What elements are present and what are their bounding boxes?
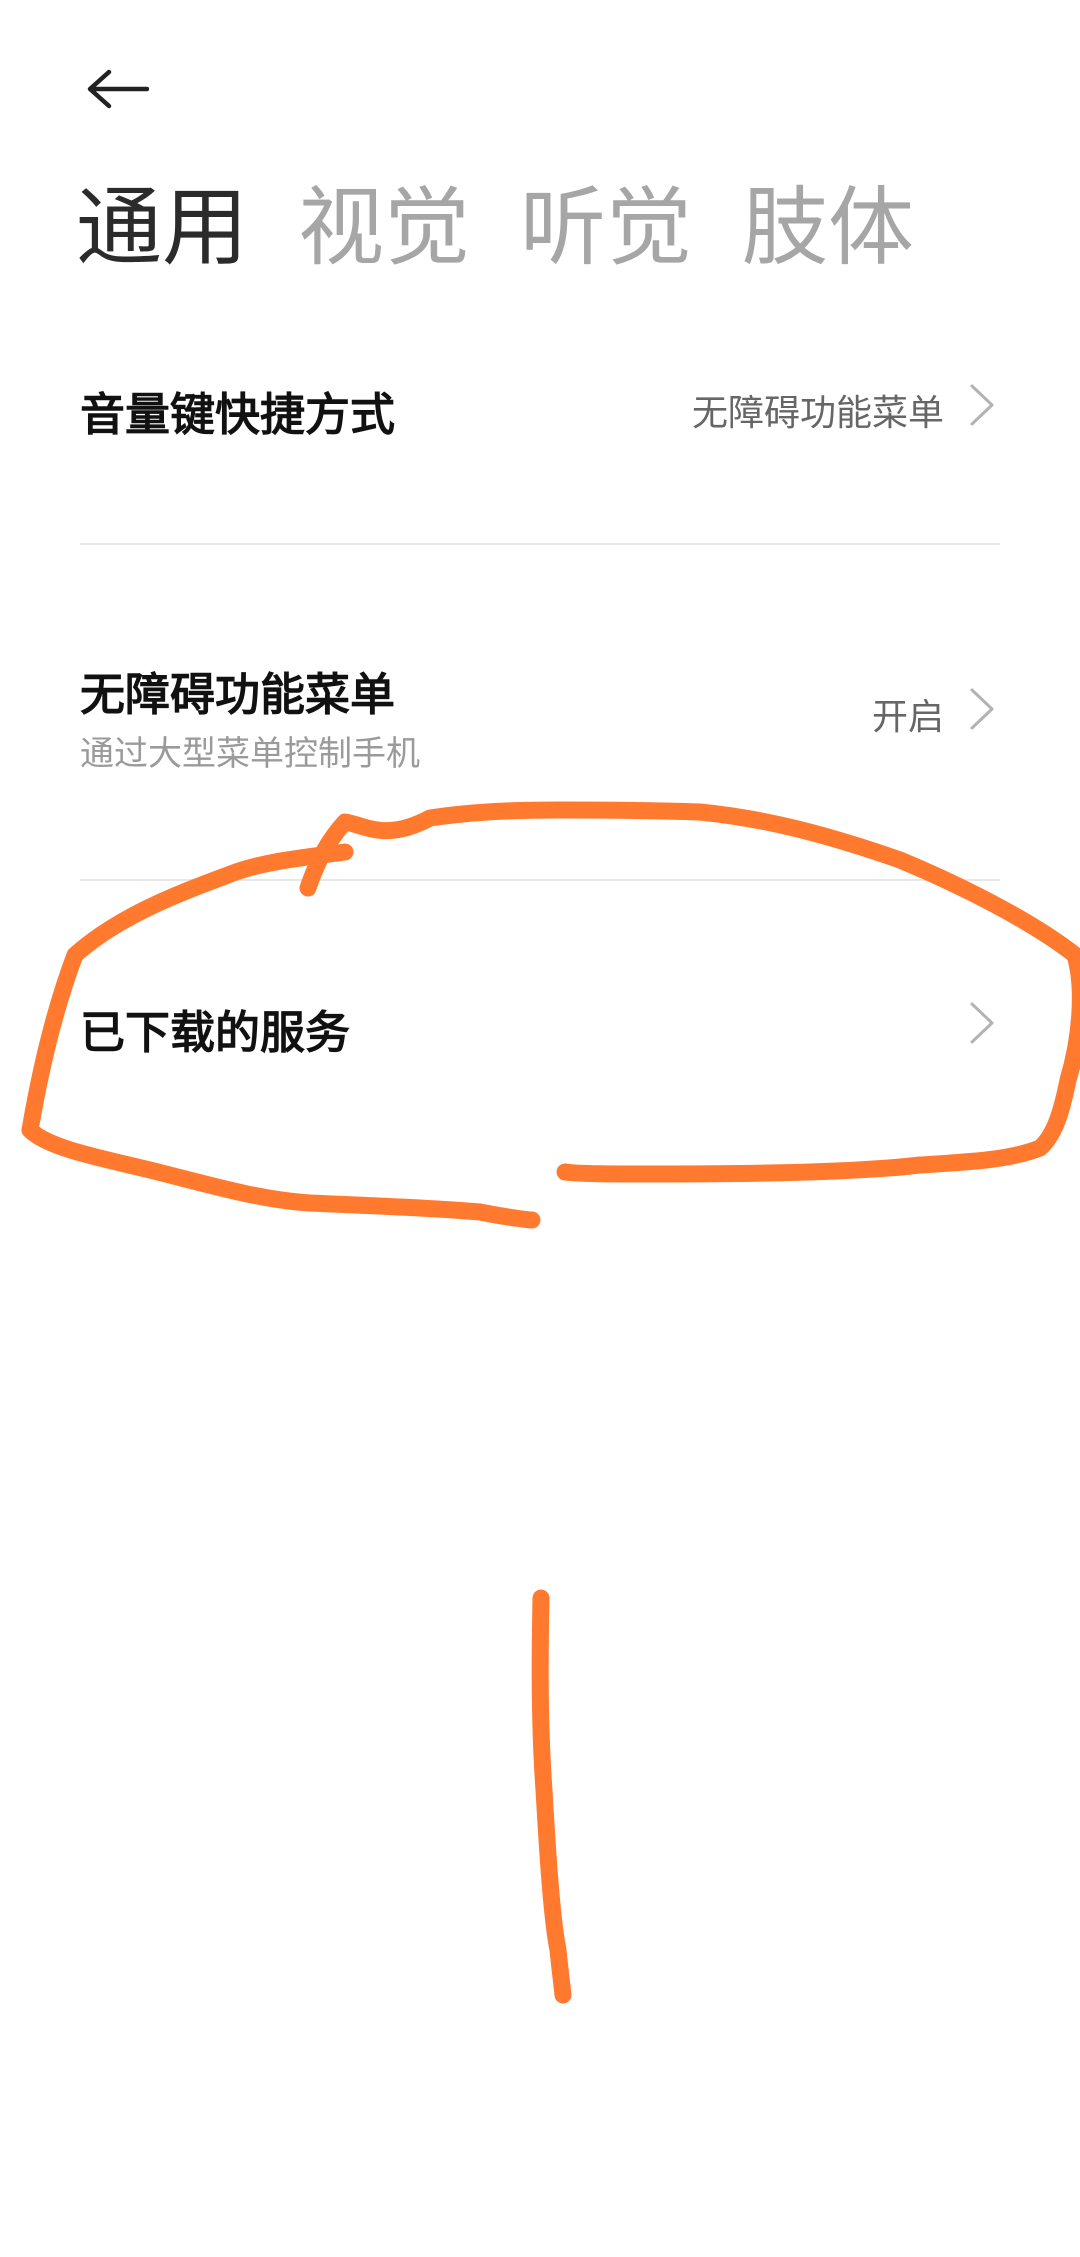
chevron-right-icon <box>970 384 994 426</box>
annotation-stem <box>531 1589 572 2004</box>
chevron-right-icon <box>970 1002 994 1044</box>
back-button[interactable] <box>62 46 172 132</box>
tab-physical[interactable]: 肢体 <box>742 168 914 288</box>
setting-row-volume-key-shortcut[interactable]: 音量键快捷方式 无障碍功能菜单 <box>80 360 1000 450</box>
tab-vision[interactable]: 视觉 <box>298 168 470 288</box>
setting-row-accessibility-menu[interactable]: 无障碍功能菜单 通过大型菜单控制手机 开启 <box>80 648 1000 778</box>
arrow-left-icon <box>87 69 149 109</box>
tab-general[interactable]: 通用 <box>76 168 248 288</box>
setting-title: 音量键快捷方式 <box>80 388 396 441</box>
annotation-overlay <box>21 801 1080 2004</box>
tab-hearing[interactable]: 听觉 <box>520 168 692 288</box>
setting-row-downloaded-services[interactable]: 已下载的服务 <box>80 978 1000 1068</box>
divider <box>80 879 1000 881</box>
chevron-right-icon <box>970 688 994 730</box>
setting-value: 开启 <box>871 697 944 738</box>
setting-value: 无障碍功能菜单 <box>691 393 944 434</box>
divider <box>80 543 1000 545</box>
setting-title: 无障碍功能菜单 <box>80 668 396 721</box>
setting-title: 已下载的服务 <box>80 1006 351 1059</box>
category-tabs: 通用 视觉 听觉 肢体 <box>76 168 964 288</box>
setting-subtitle: 通过大型菜单控制手机 <box>80 734 420 774</box>
